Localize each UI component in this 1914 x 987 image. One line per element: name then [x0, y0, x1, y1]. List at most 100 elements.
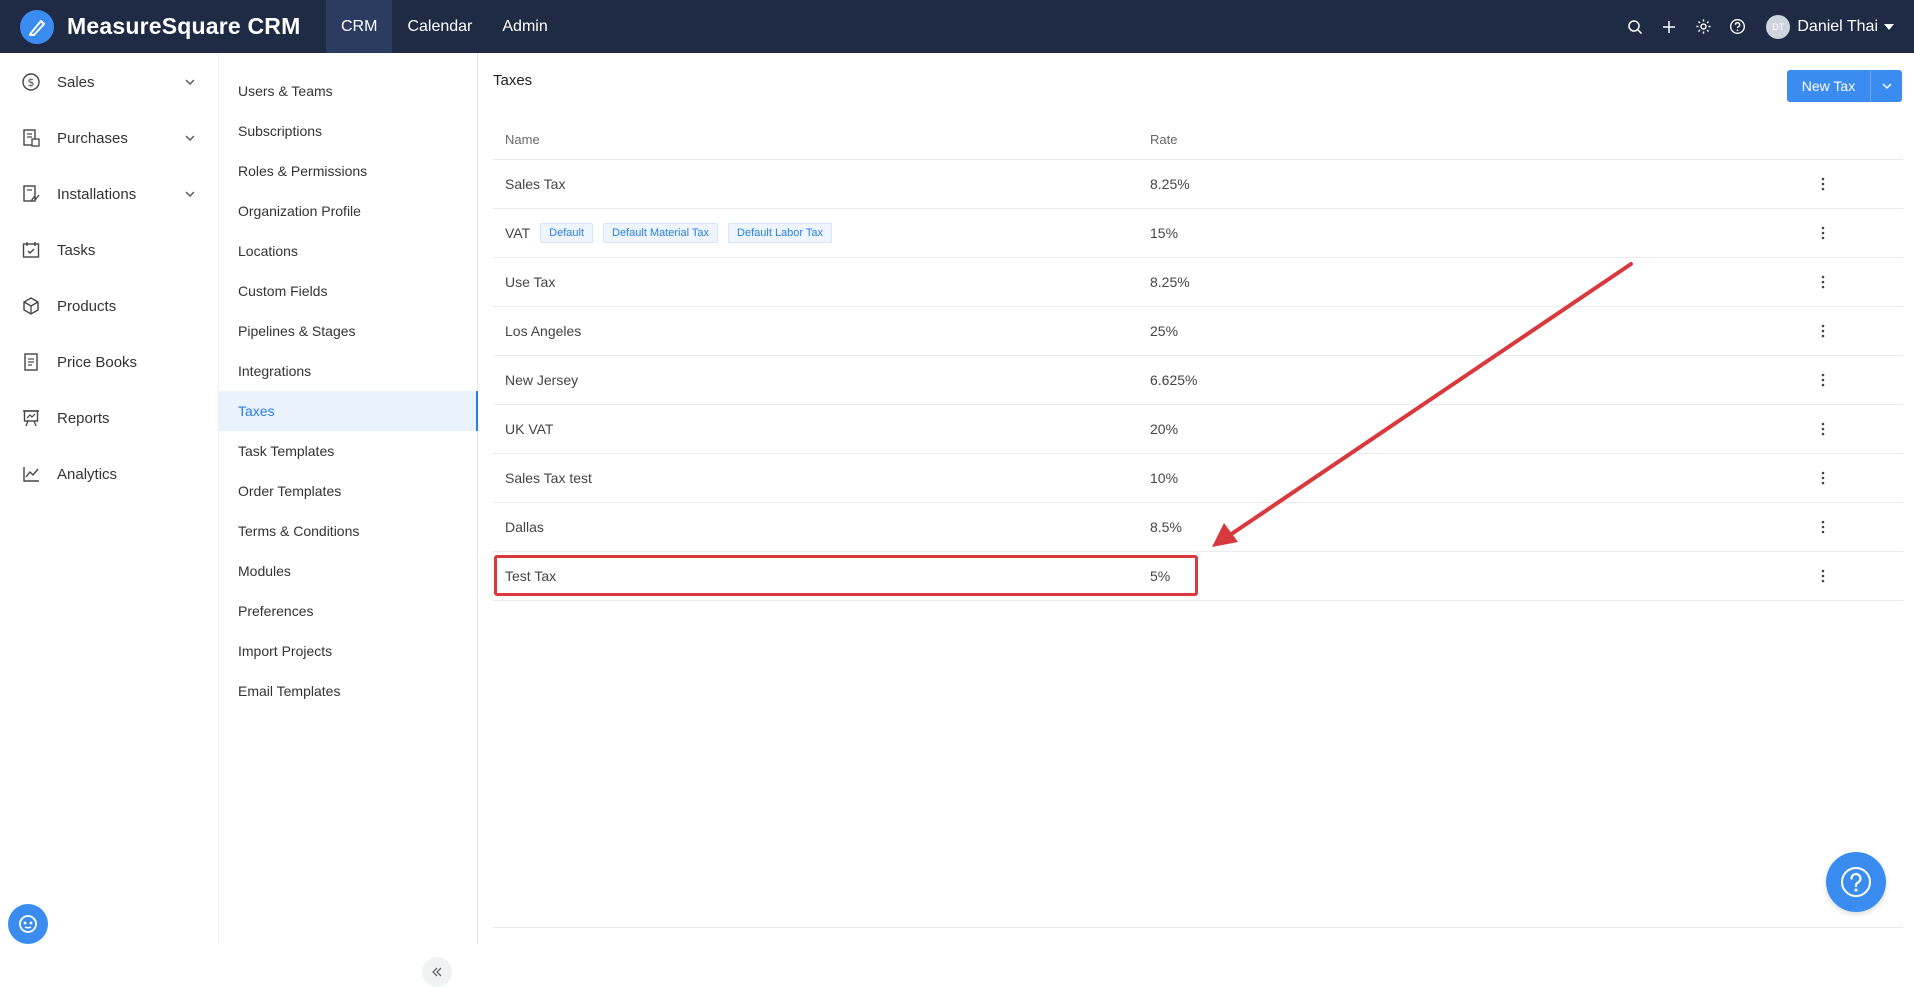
- sidebar-item-installations[interactable]: Installations: [0, 174, 218, 214]
- sidebar-item-label: Installations: [57, 185, 137, 203]
- tax-rate: 5%: [1150, 568, 1171, 584]
- user-name: Daniel Thai: [1797, 17, 1878, 35]
- subnav-item-pipelines-stages[interactable]: Pipelines & Stages: [219, 311, 478, 351]
- assistant-bot-icon[interactable]: [8, 904, 48, 944]
- sidebar-item-label: Sales: [57, 73, 95, 91]
- sidebar-item-label: Analytics: [57, 465, 118, 483]
- more-vertical-icon[interactable]: [1813, 467, 1833, 489]
- subnav-item-subscriptions[interactable]: Subscriptions: [219, 111, 478, 151]
- tax-name-cell: VAT Default Default Material Tax Default…: [505, 223, 833, 243]
- table-row[interactable]: Los Angeles 25%: [493, 307, 1903, 356]
- table-row[interactable]: Use Tax 8.25%: [493, 258, 1903, 307]
- line-chart-icon: [19, 462, 43, 486]
- document-icon: [19, 350, 43, 374]
- sidebar-item-sales[interactable]: $ Sales: [0, 62, 218, 102]
- subnav-item-taxes[interactable]: Taxes: [219, 391, 478, 431]
- subnav-item-custom-fields[interactable]: Custom Fields: [219, 271, 478, 311]
- sidebar-item-label: Reports: [57, 409, 110, 427]
- subnav-item-modules[interactable]: Modules: [219, 551, 478, 591]
- tax-rate: 25%: [1150, 323, 1179, 339]
- topnav-crm[interactable]: CRM: [326, 0, 393, 53]
- new-tax-split-button: New Tax: [1787, 70, 1902, 102]
- sidebar-item-label: Products: [57, 297, 117, 315]
- table-row[interactable]: Sales Tax test 10%: [493, 454, 1903, 503]
- purchase-doc-icon: [19, 126, 43, 150]
- new-tax-dropdown-button[interactable]: [1870, 70, 1902, 102]
- subnav-item-terms-conditions[interactable]: Terms & Conditions: [219, 511, 478, 551]
- more-vertical-icon[interactable]: [1813, 565, 1833, 587]
- sidebar-item-analytics[interactable]: Analytics: [0, 454, 218, 494]
- more-vertical-icon[interactable]: [1813, 320, 1833, 342]
- app-name: MeasureSquare CRM: [67, 13, 301, 39]
- sidebar-item-label: Tasks: [57, 241, 96, 259]
- topnav-admin[interactable]: Admin: [487, 0, 562, 53]
- chevron-down-icon: [185, 135, 195, 141]
- subnav-item-order-templates[interactable]: Order Templates: [219, 471, 478, 511]
- sidebar-item-price-books[interactable]: Price Books: [0, 342, 218, 382]
- table-row[interactable]: UK VAT 20%: [493, 405, 1903, 454]
- table-header: Name Rate: [493, 119, 1903, 160]
- plus-icon[interactable]: [1652, 10, 1686, 44]
- subnav-item-roles-permissions[interactable]: Roles & Permissions: [219, 151, 478, 191]
- search-icon[interactable]: [1618, 10, 1652, 44]
- sidebar-item-products[interactable]: Products: [0, 286, 218, 326]
- sidebar-item-reports[interactable]: Reports: [0, 398, 218, 438]
- chevron-down-icon: [185, 79, 195, 85]
- more-vertical-icon[interactable]: [1813, 173, 1833, 195]
- top-actions: DT Daniel Thai: [1618, 0, 1914, 53]
- tax-name: VAT: [505, 225, 531, 241]
- column-header-rate: Rate: [1150, 132, 1178, 147]
- more-vertical-icon[interactable]: [1813, 271, 1833, 293]
- help-chat-button[interactable]: [1826, 852, 1886, 912]
- tax-rate: 20%: [1150, 421, 1179, 437]
- table-row[interactable]: Dallas 8.5%: [493, 503, 1903, 552]
- tax-rate: 15%: [1150, 225, 1179, 241]
- sidebar-item-tasks[interactable]: Tasks: [0, 230, 218, 270]
- subnav-item-locations[interactable]: Locations: [219, 231, 478, 271]
- table-row[interactable]: Sales Tax 8.25%: [493, 160, 1903, 209]
- subnav-item-task-templates[interactable]: Task Templates: [219, 431, 478, 471]
- caret-down-icon: [1884, 23, 1894, 30]
- dollar-circle-icon: $: [19, 70, 43, 94]
- tax-rate: 8.5%: [1150, 519, 1182, 535]
- more-vertical-icon[interactable]: [1813, 369, 1833, 391]
- subnav-item-users-teams[interactable]: Users & Teams: [219, 71, 478, 111]
- tax-name: Sales Tax: [505, 176, 566, 192]
- question-circle-icon: [1841, 867, 1871, 897]
- table-row-test-tax[interactable]: Test Tax 5%: [493, 552, 1903, 601]
- box-icon: [19, 294, 43, 318]
- tax-rate: 8.25%: [1150, 176, 1190, 192]
- chevron-down-icon: [185, 191, 195, 197]
- gear-icon[interactable]: [1686, 10, 1720, 44]
- subnav-item-preferences[interactable]: Preferences: [219, 591, 478, 631]
- badge-default: Default: [540, 223, 594, 243]
- more-vertical-icon[interactable]: [1813, 222, 1833, 244]
- table-row[interactable]: VAT Default Default Material Tax Default…: [493, 209, 1903, 258]
- avatar: DT: [1766, 14, 1791, 39]
- subnav-item-organization-profile[interactable]: Organization Profile: [219, 191, 478, 231]
- subnav-item-integrations[interactable]: Integrations: [219, 351, 478, 391]
- sidebar-item-label: Purchases: [57, 129, 128, 147]
- help-icon[interactable]: [1720, 10, 1754, 44]
- user-menu[interactable]: DT Daniel Thai: [1766, 14, 1894, 39]
- more-vertical-icon[interactable]: [1813, 418, 1833, 440]
- tax-name: Los Angeles: [505, 323, 582, 339]
- main-content: Taxes New Tax Name Rate Sales Tax 8.25% …: [479, 53, 1914, 944]
- table-row[interactable]: New Jersey 6.625%: [493, 356, 1903, 405]
- settings-subnav: Users & Teams Subscriptions Roles & Perm…: [218, 53, 478, 987]
- page-title: Taxes: [493, 72, 533, 89]
- collapse-sidebar-button[interactable]: [422, 957, 452, 987]
- presentation-board-icon: [19, 406, 43, 430]
- brand[interactable]: MeasureSquare CRM: [0, 0, 326, 53]
- installation-icon: [19, 182, 43, 206]
- tax-rate: 8.25%: [1150, 274, 1190, 290]
- new-tax-button[interactable]: New Tax: [1787, 70, 1870, 102]
- tax-name: Test Tax: [505, 568, 557, 584]
- subnav-item-email-templates[interactable]: Email Templates: [219, 671, 478, 711]
- table-footer-divider: [493, 927, 1903, 928]
- topnav-calendar[interactable]: Calendar: [392, 0, 487, 53]
- subnav-item-import-projects[interactable]: Import Projects: [219, 631, 478, 671]
- more-vertical-icon[interactable]: [1813, 516, 1833, 538]
- top-nav: CRM Calendar Admin: [326, 0, 563, 53]
- sidebar-item-purchases[interactable]: Purchases: [0, 118, 218, 158]
